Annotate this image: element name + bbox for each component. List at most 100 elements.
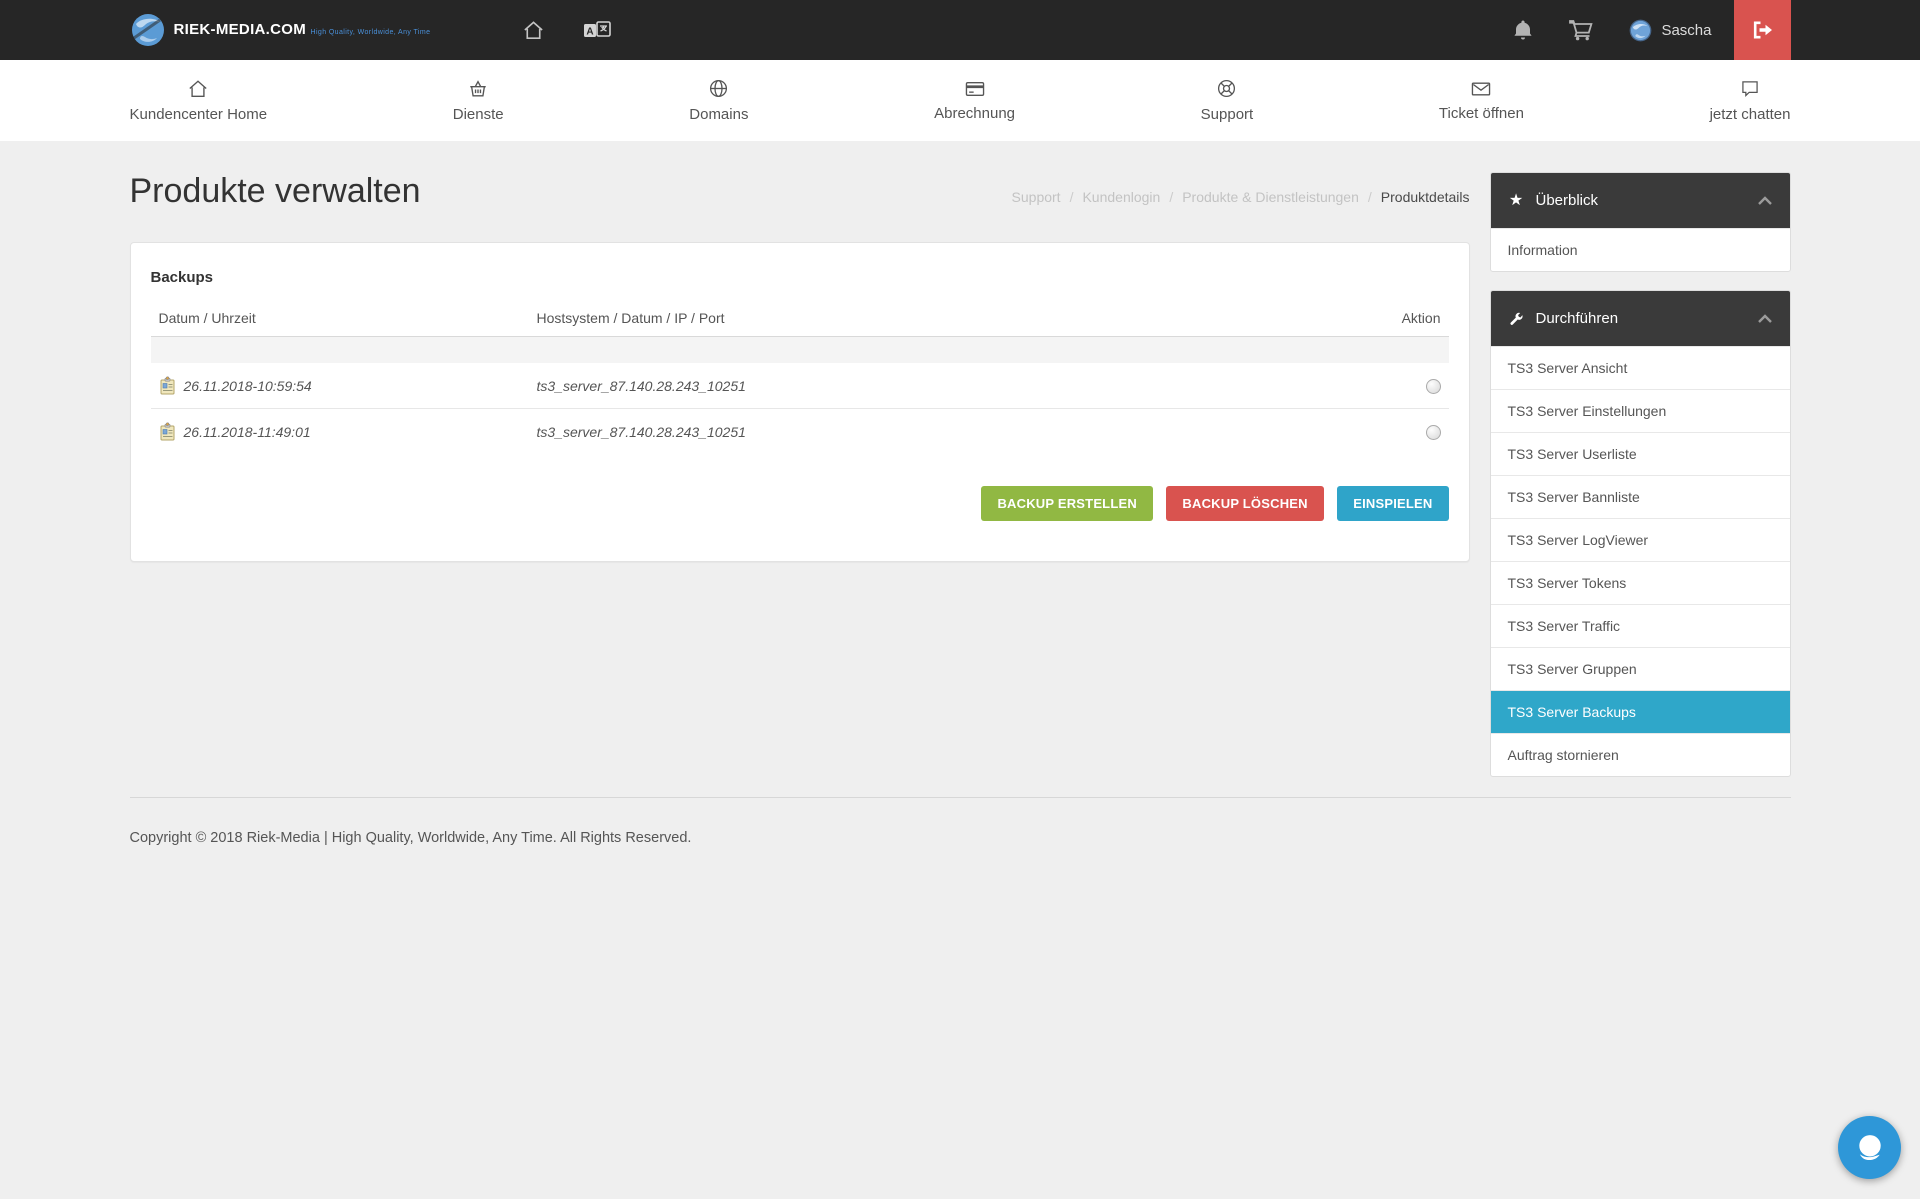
chat-fab-icon [1852, 1130, 1888, 1166]
sidebar-item-ts3-einstellungen[interactable]: TS3 Server Einstellungen [1491, 389, 1790, 432]
table-stripe-row [151, 337, 1449, 364]
note-icon [159, 376, 176, 395]
panel-header-ueberblick[interactable]: ★ Überblick [1491, 173, 1790, 228]
sidebar-item-ts3-bannliste[interactable]: TS3 Server Bannliste [1491, 475, 1790, 518]
breadcrumb: Support / Kundenlogin / Produkte & Dienstlei… [1012, 189, 1470, 205]
backup-select-radio[interactable] [1426, 379, 1441, 394]
brand-logo[interactable]: RIEK-MEDIA.COM High Quality, Worldwide, … [130, 12, 431, 48]
table-header-row: Datum / Uhrzeit Hostsystem / Datum / IP … [151, 300, 1449, 337]
backup-erstellen-button[interactable]: BACKUP ERSTELLEN [981, 486, 1152, 521]
backups-table: Datum / Uhrzeit Hostsystem / Datum / IP … [151, 300, 1449, 454]
sidebar-item-ts3-tokens[interactable]: TS3 Server Tokens [1491, 561, 1790, 604]
backup-loeschen-button[interactable]: BACKUP LÖSCHEN [1166, 486, 1323, 521]
home-icon [522, 19, 545, 42]
sidebar-item-information[interactable]: Information [1491, 228, 1790, 271]
panel-title: Überblick [1536, 192, 1599, 209]
sidebar-item-ts3-userliste[interactable]: TS3 Server Userliste [1491, 432, 1790, 475]
chat-bubble-icon [1740, 79, 1760, 99]
table-row: 26.11.2018-10:59:54 ts3_server_87.140.28… [151, 363, 1449, 409]
table-row: 26.11.2018-11:49:01 ts3_server_87.140.28… [151, 409, 1449, 455]
nav-item-label: Abrechnung [934, 105, 1015, 122]
user-menu[interactable]: Sascha [1629, 19, 1711, 42]
bell-icon [1513, 19, 1533, 41]
nav-item-kundencenter-home[interactable]: Kundencenter Home [130, 79, 268, 123]
topbar-language-button[interactable]: A [583, 20, 611, 41]
sidebar-item-ts3-backups[interactable]: TS3 Server Backups [1491, 690, 1790, 733]
breadcrumb-current: Produktdetails [1381, 189, 1470, 205]
backup-select-radio[interactable] [1426, 425, 1441, 440]
topbar: RIEK-MEDIA.COM High Quality, Worldwide, … [0, 0, 1920, 60]
star-icon: ★ [1508, 193, 1525, 209]
column-header-datetime: Datum / Uhrzeit [151, 300, 529, 337]
backup-datetime: 26.11.2018-10:59:54 [184, 378, 312, 394]
main-column: Produkte verwalten Support / Kundenlogin / P… [130, 172, 1470, 797]
cart-icon [1569, 19, 1593, 41]
notifications-button[interactable] [1513, 19, 1533, 41]
chevron-up-icon [1757, 314, 1773, 324]
page-title: Produkte verwalten [130, 172, 421, 211]
breadcrumb-link[interactable]: Produkte & Dienstleistungen [1182, 189, 1359, 205]
breadcrumb-separator: / [1368, 189, 1372, 205]
breadcrumb-separator: / [1070, 189, 1074, 205]
sidebar-item-ts3-logviewer[interactable]: TS3 Server LogViewer [1491, 518, 1790, 561]
nav-item-abrechnung[interactable]: Abrechnung [934, 80, 1015, 122]
nav-item-ticket-oeffnen[interactable]: Ticket öffnen [1439, 80, 1524, 122]
nav-item-label: jetzt chatten [1710, 106, 1791, 123]
panel-title: Durchführen [1536, 310, 1619, 327]
nav-item-label: Support [1201, 106, 1254, 123]
sidebar-item-ts3-ansicht[interactable]: TS3 Server Ansicht [1491, 346, 1790, 389]
panel-header-durchfuehren[interactable]: Durchführen [1491, 291, 1790, 346]
cart-button[interactable] [1569, 19, 1593, 41]
backups-card: Backups Datum / Uhrzeit Hostsystem / Dat… [130, 242, 1470, 562]
copyright-text: Copyright © 2018 Riek-Media | High Quali… [130, 830, 692, 846]
nav-item-domains[interactable]: Domains [689, 78, 748, 123]
nav-item-jetzt-chatten[interactable]: jetzt chatten [1710, 79, 1791, 123]
credit-card-icon [964, 80, 986, 98]
basket-icon [467, 79, 489, 99]
user-name: Sascha [1661, 22, 1711, 39]
nav-item-label: Domains [689, 106, 748, 123]
sidebar-panel-ueberblick: ★ Überblick Information [1490, 172, 1791, 272]
globe-icon [708, 78, 729, 99]
sign-out-icon [1751, 20, 1773, 40]
logout-button[interactable] [1734, 0, 1791, 60]
nav-item-label: Ticket öffnen [1439, 105, 1524, 122]
nav-item-dienste[interactable]: Dienste [453, 79, 504, 123]
breadcrumb-link[interactable]: Support [1012, 189, 1061, 205]
home-icon [187, 79, 209, 99]
backup-hostsystem: ts3_server_87.140.28.243_10251 [529, 363, 1319, 409]
sidebar-panel-durchfuehren: Durchführen TS3 Server Ansicht TS3 Serve… [1490, 290, 1791, 777]
card-actions: BACKUP ERSTELLEN BACKUP LÖSCHEN EINSPIEL… [151, 486, 1449, 521]
topbar-menu: A [522, 19, 611, 42]
page-header: Produkte verwalten Support / Kundenlogin / P… [130, 172, 1470, 211]
brand-name: RIEK-MEDIA.COM [174, 21, 307, 38]
envelope-icon [1470, 80, 1492, 98]
nav-item-support[interactable]: Support [1201, 78, 1254, 123]
user-avatar [1629, 19, 1652, 42]
footer: Copyright © 2018 Riek-Media | High Quali… [130, 797, 1791, 846]
column-header-aktion: Aktion [1319, 300, 1449, 337]
sidebar: ★ Überblick Information Durchführen TS3 … [1490, 172, 1791, 797]
svg-text:A: A [587, 26, 594, 37]
page-content: Produkte verwalten Support / Kundenlogin / P… [130, 141, 1791, 797]
topbar-home-button[interactable] [522, 19, 545, 42]
wrench-icon [1508, 311, 1525, 327]
chevron-up-icon [1757, 196, 1773, 206]
backup-datetime: 26.11.2018-11:49:01 [184, 424, 311, 440]
sidebar-item-ts3-gruppen[interactable]: TS3 Server Gruppen [1491, 647, 1790, 690]
live-chat-button[interactable] [1838, 1116, 1901, 1179]
note-icon [159, 422, 176, 441]
language-icon: A [583, 20, 611, 41]
main-navigation: Kundencenter Home Dienste Domains Abrech… [0, 60, 1920, 141]
topbar-right: Sascha [1477, 0, 1790, 60]
breadcrumb-link[interactable]: Kundenlogin [1082, 189, 1160, 205]
lifebuoy-icon [1216, 78, 1237, 99]
sidebar-item-auftrag-stornieren[interactable]: Auftrag stornieren [1491, 733, 1790, 776]
sidebar-item-ts3-traffic[interactable]: TS3 Server Traffic [1491, 604, 1790, 647]
brand-tagline: High Quality, Worldwide, Any Time [310, 29, 430, 36]
card-heading: Backups [151, 269, 1449, 286]
backup-hostsystem: ts3_server_87.140.28.243_10251 [529, 409, 1319, 455]
brand-globe-icon [130, 12, 166, 48]
nav-item-label: Kundencenter Home [130, 106, 268, 123]
einspielen-button[interactable]: EINSPIELEN [1337, 486, 1448, 521]
